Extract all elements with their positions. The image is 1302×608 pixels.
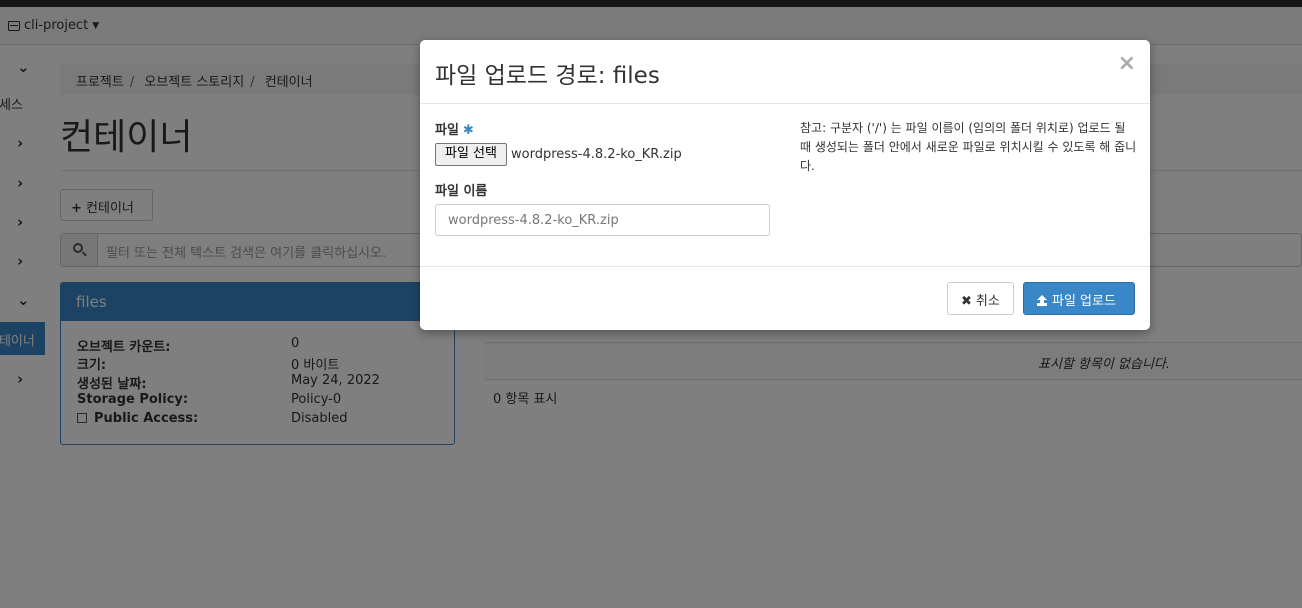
- required-icon: ✱: [462, 123, 474, 138]
- file-label-text: 파일: [435, 123, 459, 138]
- upload-file-button[interactable]: 파일 업로드: [1023, 282, 1135, 315]
- upload-file-modal: 파일 업로드 경로: files × 파일 ✱ 파일 선택 wordpress-4…: [420, 40, 1150, 330]
- file-label: 파일 ✱: [435, 119, 474, 138]
- modal-footer-divider: [420, 266, 1150, 267]
- cancel-button[interactable]: ✖ 취소: [947, 282, 1014, 315]
- modal-header-divider: [420, 103, 1150, 104]
- file-name-input[interactable]: [435, 204, 770, 236]
- modal-title: 파일 업로드 경로: files: [435, 63, 660, 89]
- help-text: 참고: 구분자 ('/') 는 파일 이름이 (임의의 폴더 위치로) 업로드 …: [800, 121, 1137, 173]
- upload-icon: [1036, 295, 1048, 306]
- close-icon: ✖: [961, 294, 972, 309]
- cancel-label: 취소: [975, 294, 1000, 309]
- choose-file-button[interactable]: 파일 선택: [435, 143, 507, 166]
- chosen-file-name: wordpress-4.8.2-ko_KR.zip: [511, 147, 682, 162]
- upload-label: 파일 업로드: [1052, 294, 1116, 309]
- close-icon[interactable]: ×: [1118, 51, 1136, 76]
- file-name-label: 파일 이름: [435, 184, 488, 199]
